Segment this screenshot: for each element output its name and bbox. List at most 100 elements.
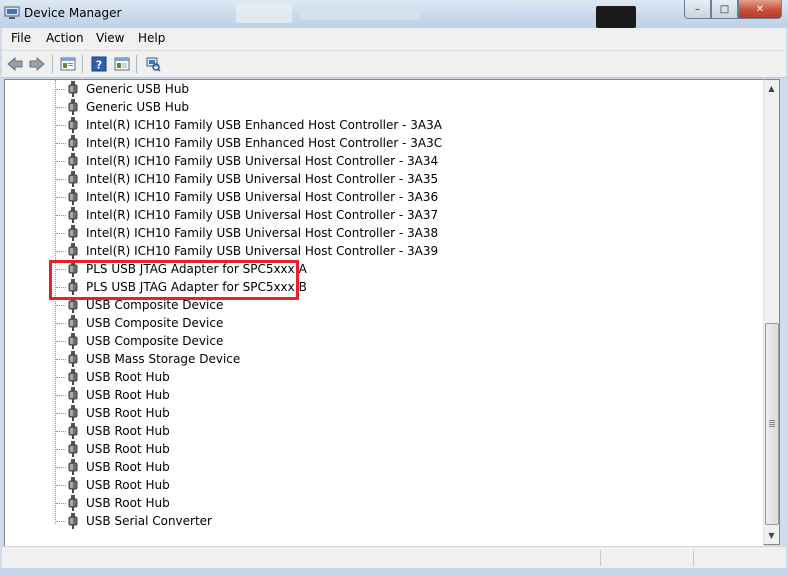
- tree-item[interactable]: USB Composite Device: [5, 314, 745, 332]
- tree-item[interactable]: Intel(R) ICH10 Family USB Universal Host…: [5, 170, 745, 188]
- tree-item[interactable]: USB Root Hub: [5, 494, 745, 512]
- back-button[interactable]: [6, 55, 24, 73]
- menu-help[interactable]: Help: [138, 31, 165, 45]
- properties-button[interactable]: [59, 55, 77, 73]
- tree-connector: [56, 485, 66, 486]
- tree-item[interactable]: USB Root Hub: [5, 440, 745, 458]
- tree-item-label: Generic USB Hub: [86, 82, 190, 96]
- tree-item-label: Intel(R) ICH10 Family USB Enhanced Host …: [86, 136, 443, 150]
- tree-item[interactable]: Intel(R) ICH10 Family USB Universal Host…: [5, 242, 745, 260]
- tree-item-label: USB Composite Device: [86, 316, 224, 330]
- help-icon: ?: [91, 56, 107, 72]
- device-manager-window: Device Manager – □ ✕ File Action View He…: [0, 0, 788, 575]
- tree-connector: [56, 413, 66, 414]
- usb-device-icon: [67, 458, 79, 476]
- tree-item[interactable]: USB Root Hub: [5, 422, 745, 440]
- tree-item-label: USB Composite Device: [86, 298, 224, 312]
- usb-device-icon: [67, 134, 79, 152]
- tree-item-label: USB Root Hub: [86, 496, 170, 510]
- tree-connector: [56, 323, 66, 324]
- usb-device-icon: [67, 422, 79, 440]
- tree-connector: [56, 503, 66, 504]
- svg-text:?: ?: [96, 59, 102, 72]
- tree-item-label: USB Root Hub: [86, 442, 170, 456]
- tree-item-label: USB Root Hub: [86, 478, 170, 492]
- tree-connector: [56, 395, 66, 396]
- help-button[interactable]: ?: [90, 55, 108, 73]
- tree-connector: [56, 143, 66, 144]
- scan-hardware-icon: [146, 57, 161, 72]
- tree-item-label: Intel(R) ICH10 Family USB Universal Host…: [86, 190, 439, 204]
- show-hide-button[interactable]: [113, 55, 131, 73]
- tree-connector: [56, 359, 66, 360]
- usb-device-icon: [67, 152, 79, 170]
- usb-device-icon: [67, 350, 79, 368]
- tree-item[interactable]: USB Root Hub: [5, 404, 745, 422]
- tree-item-label: USB Root Hub: [86, 370, 170, 384]
- menu-file[interactable]: File: [11, 31, 31, 45]
- usb-device-icon: [67, 170, 79, 188]
- forward-icon: [29, 57, 45, 71]
- title-bar[interactable]: Device Manager – □ ✕: [0, 0, 788, 28]
- close-button[interactable]: ✕: [738, 0, 782, 19]
- device-manager-icon: [4, 6, 20, 19]
- toolbar-separator: [136, 55, 137, 73]
- tree-item[interactable]: Generic USB Hub: [5, 80, 745, 98]
- tree-item-label: Intel(R) ICH10 Family USB Universal Host…: [86, 226, 439, 240]
- minimize-button[interactable]: –: [684, 0, 711, 19]
- tree-item[interactable]: USB Root Hub: [5, 368, 745, 386]
- tree-item-label: Intel(R) ICH10 Family USB Enhanced Host …: [86, 118, 442, 132]
- chevron-down-icon: ▼: [768, 531, 775, 540]
- device-tree-panel[interactable]: Generic USB Hub Generic USB Hub Intel(R) I…: [4, 79, 764, 547]
- tree-item[interactable]: Intel(R) ICH10 Family USB Universal Host…: [5, 152, 745, 170]
- usb-device-icon: [67, 242, 79, 260]
- tree-item-label: USB Root Hub: [86, 406, 170, 420]
- tree-connector: [56, 449, 66, 450]
- scan-hardware-button[interactable]: [144, 55, 162, 73]
- blurred-region: [300, 6, 420, 20]
- tree-item[interactable]: Intel(R) ICH10 Family USB Enhanced Host …: [5, 116, 745, 134]
- tree-item-label: Intel(R) ICH10 Family USB Universal Host…: [86, 154, 439, 168]
- usb-device-icon: [67, 368, 79, 386]
- properties-icon: [60, 57, 76, 71]
- tree-item[interactable]: Intel(R) ICH10 Family USB Universal Host…: [5, 224, 745, 242]
- menu-view[interactable]: View: [96, 31, 124, 45]
- tree-connector: [56, 431, 66, 432]
- tree-item[interactable]: Generic USB Hub: [5, 98, 745, 116]
- scroll-down-button[interactable]: ▼: [764, 528, 779, 543]
- tree-item[interactable]: Intel(R) ICH10 Family USB Universal Host…: [5, 206, 745, 224]
- tree-item-label: Intel(R) ICH10 Family USB Universal Host…: [86, 208, 439, 222]
- tree-connector: [56, 215, 66, 216]
- scroll-thumb[interactable]: [765, 323, 779, 525]
- status-separator: [600, 550, 601, 566]
- menu-action[interactable]: Action: [46, 31, 84, 45]
- scroll-up-button[interactable]: ▲: [764, 81, 779, 96]
- blurred-region: [596, 6, 636, 28]
- forward-button[interactable]: [28, 55, 46, 73]
- tree-item[interactable]: USB Mass Storage Device: [5, 350, 745, 368]
- usb-device-icon: [67, 512, 79, 530]
- maximize-button[interactable]: □: [711, 0, 738, 19]
- tree-item[interactable]: USB Serial Converter: [5, 512, 745, 530]
- minimize-icon: –: [695, 3, 700, 15]
- tree-connector: [56, 377, 66, 378]
- tree-item[interactable]: USB Root Hub: [5, 476, 745, 494]
- tree-item-label: Intel(R) ICH10 Family USB Universal Host…: [86, 244, 439, 258]
- tree-item[interactable]: Intel(R) ICH10 Family USB Universal Host…: [5, 188, 745, 206]
- tree-item-label: USB Root Hub: [86, 388, 170, 402]
- tree-connector: [56, 467, 66, 468]
- maximize-icon: □: [719, 3, 730, 15]
- tree-item[interactable]: USB Root Hub: [5, 386, 745, 404]
- vertical-scrollbar[interactable]: ▲ ▼: [763, 79, 780, 545]
- tree-connector: [56, 251, 66, 252]
- menu-bar: File Action View Help: [2, 28, 786, 51]
- usb-device-icon: [67, 386, 79, 404]
- highlight-box: [49, 260, 299, 300]
- show-hide-icon: [114, 57, 130, 71]
- usb-device-icon: [67, 80, 79, 98]
- tree-item[interactable]: Intel(R) ICH10 Family USB Enhanced Host …: [5, 134, 745, 152]
- usb-device-icon: [67, 206, 79, 224]
- tree-item[interactable]: USB Composite Device: [5, 332, 745, 350]
- tree-connector: [56, 233, 66, 234]
- tree-item[interactable]: USB Root Hub: [5, 458, 745, 476]
